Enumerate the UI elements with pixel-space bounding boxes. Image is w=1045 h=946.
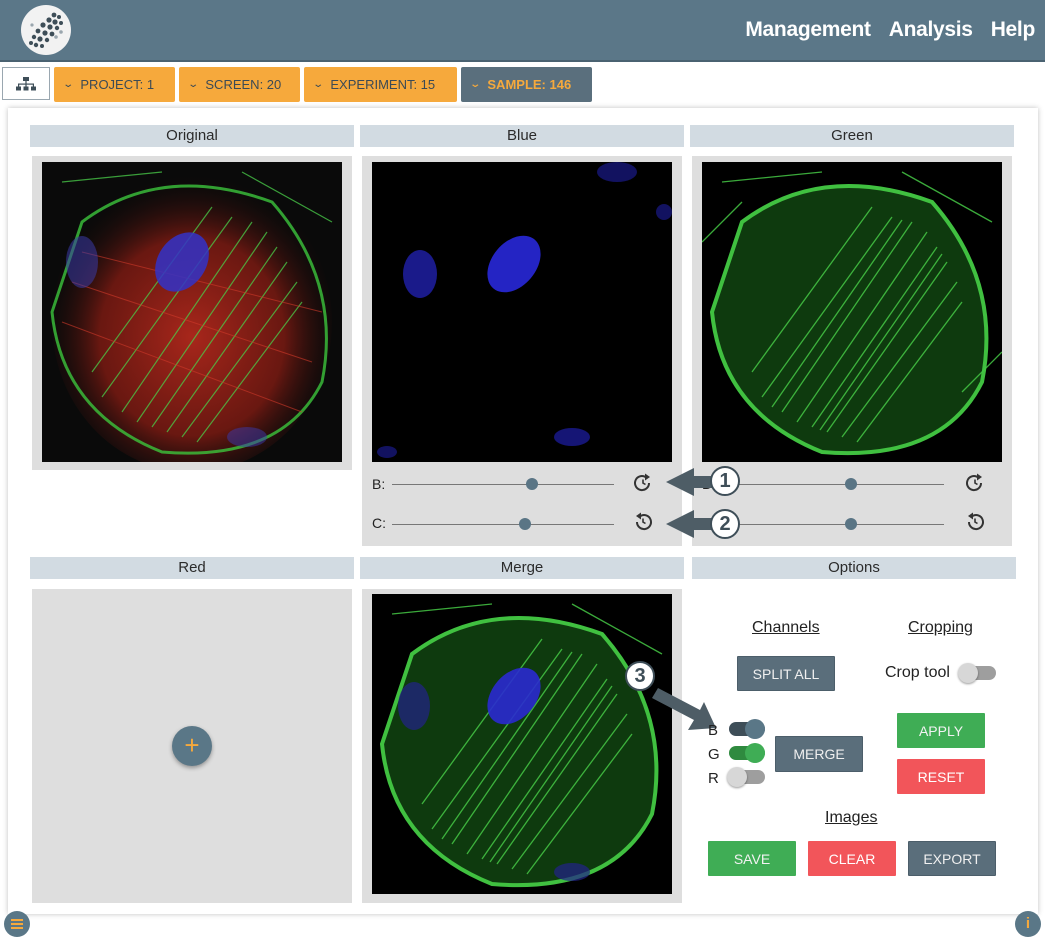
cropping-heading[interactable]: Cropping <box>908 619 973 637</box>
channel-g-toggle-knob[interactable] <box>745 743 765 763</box>
arrow-icon <box>666 468 714 538</box>
nav-analysis[interactable]: Analysis <box>889 18 973 42</box>
blue-contrast-label: C: <box>372 515 386 531</box>
breadcrumb-project[interactable]: ⌄ PROJECT: 1 <box>54 67 175 102</box>
nav-management[interactable]: Management <box>745 18 871 42</box>
chevron-down-icon: ⌄ <box>312 79 325 90</box>
history-icon[interactable] <box>964 511 986 533</box>
breadcrumb-sample-label: SAMPLE: 146 <box>487 77 572 92</box>
history-icon[interactable] <box>632 511 654 533</box>
breadcrumb-project-label: PROJECT: 1 <box>80 77 155 92</box>
plus-icon: + <box>184 730 200 760</box>
reset-button[interactable]: RESET <box>897 759 985 794</box>
chevron-down-icon: ⌄ <box>187 79 200 90</box>
blue-channel-image[interactable] <box>372 162 672 462</box>
channel-g-label: G <box>708 746 720 763</box>
green-brightness-slider[interactable] <box>722 484 944 485</box>
chevron-down-icon: ⌄ <box>62 79 75 90</box>
app-logo[interactable] <box>21 5 71 55</box>
blue-brightness-slider[interactable] <box>392 484 614 485</box>
original-image[interactable] <box>42 162 342 462</box>
main-nav: Management Analysis Help <box>745 0 1035 60</box>
breadcrumb-experiment-label: EXPERIMENT: 15 <box>330 77 436 92</box>
merge-image[interactable] <box>372 594 672 894</box>
green-contrast-slider[interactable] <box>722 524 944 525</box>
panel-title-blue: Blue <box>360 125 684 147</box>
save-button[interactable]: SAVE <box>708 841 796 876</box>
channel-b-label: B <box>708 722 719 739</box>
apply-button[interactable]: APPLY <box>897 713 985 748</box>
blue-panel: B: C: <box>362 156 682 546</box>
blue-contrast-slider[interactable] <box>392 524 614 525</box>
channel-r-toggle-knob[interactable] <box>727 767 747 787</box>
channels-heading[interactable]: Channels <box>752 619 820 637</box>
info-icon: i <box>1025 915 1031 932</box>
channel-b-toggle-knob[interactable] <box>745 719 765 739</box>
blue-contrast-knob[interactable] <box>519 518 532 530</box>
hierarchy-icon <box>16 77 36 91</box>
add-red-image-button[interactable]: + <box>172 726 212 766</box>
clear-button[interactable]: CLEAR <box>808 841 896 876</box>
breadcrumb-sample[interactable]: ⌄ SAMPLE: 146 <box>461 67 592 102</box>
panel-title-options: Options <box>692 557 1016 579</box>
blue-brightness-knob[interactable] <box>525 478 538 490</box>
panel-title-red: Red <box>30 557 354 579</box>
callout-3: 3 <box>625 661 655 691</box>
export-button[interactable]: EXPORT <box>908 841 996 876</box>
red-panel: + <box>32 589 352 903</box>
images-heading[interactable]: Images <box>825 809 877 827</box>
hierarchy-button[interactable] <box>2 67 50 100</box>
merge-panel <box>362 589 682 903</box>
crop-tool-toggle-knob[interactable] <box>958 663 978 683</box>
menu-icon <box>11 919 23 929</box>
info-button[interactable]: i <box>1015 911 1041 937</box>
nav-help[interactable]: Help <box>991 18 1036 42</box>
breadcrumb-screen[interactable]: ⌄ SCREEN: 20 <box>179 67 300 102</box>
callout-1: 1 <box>710 466 740 496</box>
breadcrumb-experiment[interactable]: ⌄ EXPERIMENT: 15 <box>304 67 457 102</box>
callout-2: 2 <box>710 509 740 539</box>
breadcrumb-screen-label: SCREEN: 20 <box>205 77 282 92</box>
green-brightness-knob[interactable] <box>844 478 857 490</box>
app-header: Management Analysis Help <box>0 0 1045 62</box>
workspace-card: Original Blue Green B: C: 1 2 Red Merge … <box>8 108 1038 914</box>
channel-r-label: R <box>708 770 719 787</box>
panel-title-original: Original <box>30 125 354 147</box>
green-channel-image[interactable] <box>702 162 1002 462</box>
original-panel <box>32 156 352 470</box>
refresh-icon[interactable] <box>632 472 654 494</box>
refresh-icon[interactable] <box>964 472 986 494</box>
panel-title-green: Green <box>690 125 1014 147</box>
crop-tool-label: Crop tool <box>885 664 950 681</box>
chevron-down-icon: ⌄ <box>469 79 482 90</box>
merge-button[interactable]: MERGE <box>775 736 863 772</box>
blue-brightness-label: B: <box>372 476 386 492</box>
green-contrast-knob[interactable] <box>844 518 857 530</box>
menu-button[interactable] <box>4 911 30 937</box>
panel-title-merge: Merge <box>360 557 684 579</box>
split-all-button[interactable]: SPLIT ALL <box>737 656 835 691</box>
